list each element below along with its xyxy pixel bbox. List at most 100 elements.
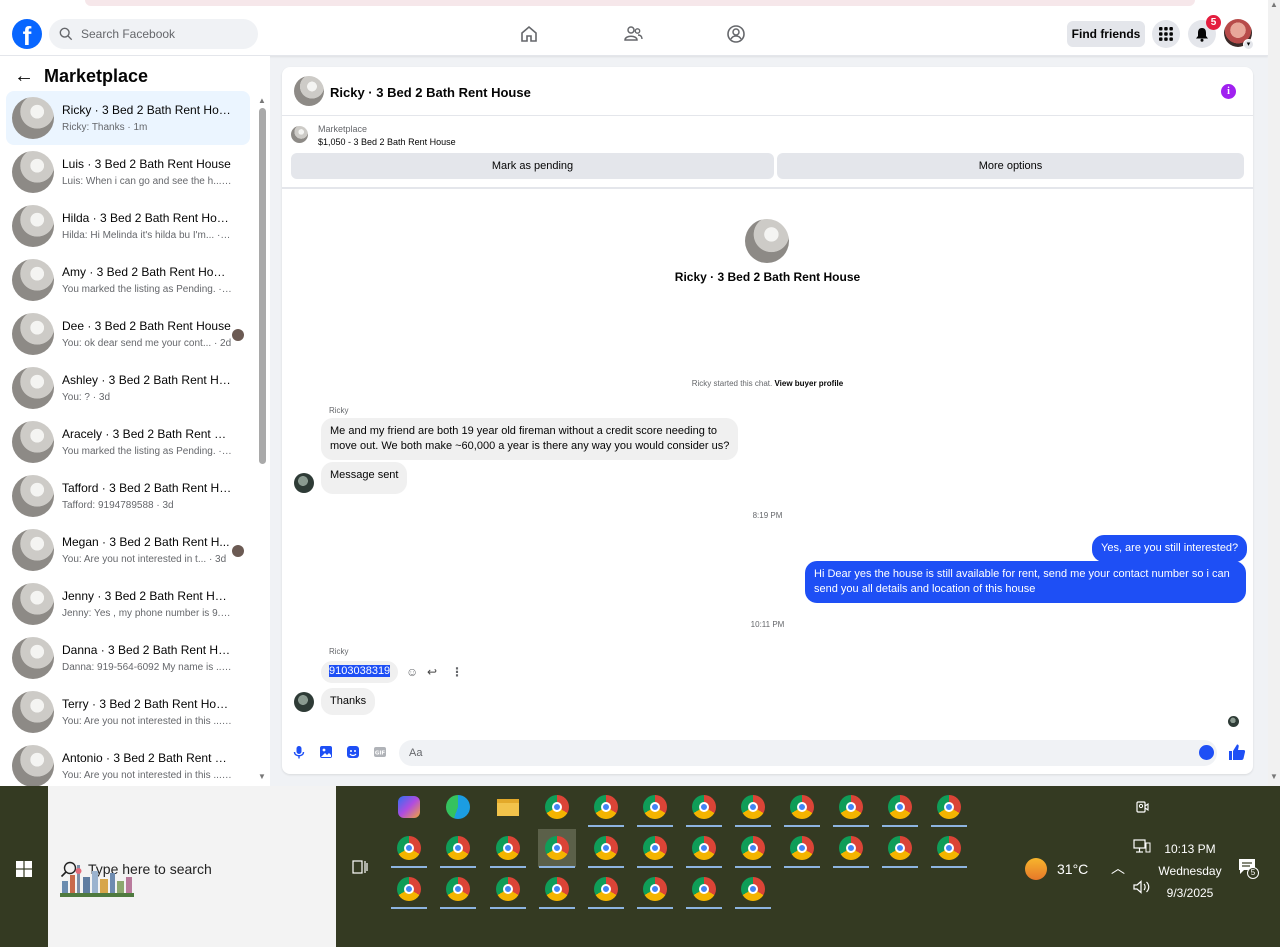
conversation-item[interactable]: Dee · 3 Bed 2 Bath Rent House You: ok dea…	[6, 307, 250, 361]
react-emoji-icon[interactable]: ☺	[406, 665, 418, 679]
chrome-profile-icon[interactable]	[439, 829, 477, 868]
view-buyer-profile-link[interactable]: View buyer profile	[774, 379, 843, 388]
chrome-profile-icon[interactable]	[587, 829, 625, 868]
notification-center-icon[interactable]: 5	[1238, 858, 1259, 879]
find-friends-button[interactable]: Find friends	[1067, 21, 1145, 47]
emoji-icon[interactable]	[1199, 745, 1214, 760]
task-view-icon[interactable]	[352, 859, 368, 875]
chrome-profile-icon[interactable]	[734, 788, 772, 827]
chevron-up-icon[interactable]: ︿	[1111, 858, 1125, 878]
volume-icon[interactable]	[1133, 880, 1151, 894]
conversation-item[interactable]: Tafford · 3 Bed 2 Bath Rent Hou... Taffor…	[6, 469, 250, 523]
reply-icon[interactable]: ↩	[427, 665, 437, 679]
scroll-thumb[interactable]	[259, 108, 266, 464]
chrome-profile-icon[interactable]	[881, 788, 919, 827]
menu-button[interactable]	[1152, 20, 1180, 48]
gif-icon[interactable]: GIF	[373, 745, 387, 759]
chrome-profile-icon[interactable]	[636, 870, 674, 909]
city-skyline-icon[interactable]	[60, 861, 134, 897]
system-clock[interactable]: 10:13 PM Wednesday 9/3/2025	[1150, 838, 1230, 904]
home-icon[interactable]	[519, 24, 539, 44]
conversation-item[interactable]: Jenny · 3 Bed 2 Bath Rent House Jenny: Ye…	[6, 577, 250, 631]
conversation-item[interactable]: Terry · 3 Bed 2 Bath Rent House You: Are …	[6, 685, 250, 739]
sticker-icon[interactable]	[346, 745, 360, 759]
profile-icon[interactable]	[726, 24, 746, 44]
chrome-profile-icon[interactable]	[538, 788, 576, 826]
friends-icon[interactable]	[623, 24, 643, 44]
chrome-profile-icon[interactable]	[783, 788, 821, 827]
chrome-profile-icon[interactable]	[390, 870, 428, 909]
chrome-profile-icon[interactable]	[538, 870, 576, 909]
chrome-profile-icon[interactable]	[489, 829, 527, 868]
conversation-item[interactable]: Danna · 3 Bed 2 Bath Rent House Danna: 91…	[6, 631, 250, 685]
weather-widget[interactable]: 31°C	[1025, 858, 1088, 880]
chevron-down-icon[interactable]: ▾	[1243, 39, 1254, 50]
chrome-profile-icon[interactable]	[832, 788, 870, 827]
conversation-thumbnail	[12, 583, 54, 625]
chrome-profile-icon[interactable]	[734, 870, 772, 909]
scroll-up-icon[interactable]: ▲	[258, 96, 266, 105]
chrome-profile-icon[interactable]	[783, 829, 821, 868]
network-icon[interactable]	[1133, 839, 1151, 853]
copilot-icon[interactable]	[390, 788, 428, 826]
search-input[interactable]: Search Facebook	[49, 19, 258, 49]
message-input[interactable]: Aa	[399, 740, 1217, 766]
conversation-item[interactable]: Hilda · 3 Bed 2 Bath Rent House Hilda: Hi…	[6, 199, 250, 253]
chat-avatar[interactable]	[294, 76, 324, 106]
taskbar-search-input[interactable]: Type here to search	[48, 786, 336, 947]
conversation-item[interactable]: Aracely · 3 Bed 2 Bath Rent Ho... You mar…	[6, 415, 250, 469]
incoming-message[interactable]: Me and my friend are both 19 year old fi…	[321, 418, 739, 460]
chrome-profile-icon[interactable]	[636, 829, 674, 868]
conversation-item[interactable]: Antonio · 3 Bed 2 Bath Rent Ho... You: Ar…	[6, 739, 250, 793]
chrome-profile-icon[interactable]	[390, 829, 428, 868]
conversation-item[interactable]: Amy · 3 Bed 2 Bath Rent House You marked …	[6, 253, 250, 307]
scroll-down-icon[interactable]: ▼	[1270, 772, 1278, 781]
sender-avatar[interactable]	[294, 473, 314, 493]
outgoing-message[interactable]: Hi Dear yes the house is still available…	[805, 561, 1246, 603]
chat-title[interactable]: Ricky · 3 Bed 2 Bath Rent House	[330, 85, 531, 100]
scroll-up-icon[interactable]: ▲	[1270, 0, 1278, 9]
chrome-profile-icon[interactable]	[685, 829, 723, 868]
chrome-profile-icon[interactable]	[489, 870, 527, 909]
facebook-logo[interactable]: f	[12, 19, 42, 49]
chrome-profile-icon[interactable]	[439, 870, 477, 909]
chrome-profile-icon[interactable]	[587, 870, 625, 909]
more-options-button[interactable]: More options	[777, 153, 1244, 179]
chat-header: Ricky · 3 Bed 2 Bath Rent House i	[282, 67, 1253, 116]
incoming-message[interactable]: Thanks	[321, 688, 376, 715]
chrome-profile-icon[interactable]	[930, 829, 968, 868]
chrome-profile-icon[interactable]	[636, 788, 674, 827]
conversation-item[interactable]: Ashley · 3 Bed 2 Bath Rent House You: ? ·…	[6, 361, 250, 415]
chrome-profile-icon[interactable]	[587, 788, 625, 827]
edge-icon[interactable]	[439, 788, 477, 826]
chrome-profile-icon[interactable]	[832, 829, 870, 868]
chrome-profile-icon[interactable]	[685, 788, 723, 827]
chrome-profile-icon[interactable]	[538, 829, 576, 868]
image-icon[interactable]	[319, 745, 333, 759]
meet-now-icon[interactable]	[1135, 800, 1149, 814]
microphone-icon[interactable]	[292, 745, 306, 759]
selected-text[interactable]: 9103038319	[329, 665, 391, 677]
sender-avatar[interactable]	[294, 692, 314, 712]
chrome-profile-icon[interactable]	[685, 870, 723, 909]
incoming-message[interactable]: 9103038319	[321, 661, 399, 683]
more-vertical-icon[interactable]: ⋮	[451, 665, 463, 679]
back-arrow-icon[interactable]: ←	[14, 65, 34, 88]
conversation-item[interactable]: Luis · 3 Bed 2 Bath Rent House Luis: When…	[6, 145, 250, 199]
conversation-item[interactable]: Megan · 3 Bed 2 Bath Rent H... You: Are y…	[6, 523, 250, 577]
info-icon[interactable]: i	[1221, 84, 1236, 99]
page-scrollbar[interactable]: ▲ ▼	[1268, 0, 1280, 786]
sidebar-scrollbar[interactable]: ▲ ▼	[257, 96, 267, 786]
incoming-message[interactable]: Message sent	[321, 462, 408, 494]
outgoing-message[interactable]: Yes, are you still interested?	[1092, 535, 1248, 562]
chrome-profile-icon[interactable]	[881, 829, 919, 868]
thumbs-up-icon[interactable]	[1228, 743, 1246, 761]
buyer-avatar[interactable]	[745, 219, 789, 263]
chrome-profile-icon[interactable]	[734, 829, 772, 868]
conversation-item[interactable]: Ricky · 3 Bed 2 Bath Rent House Ricky: Th…	[6, 91, 250, 145]
chrome-profile-icon[interactable]	[930, 788, 968, 827]
windows-start-icon[interactable]	[16, 861, 32, 877]
file-explorer-icon[interactable]	[489, 788, 527, 826]
scroll-down-icon[interactable]: ▼	[258, 772, 266, 781]
mark-as-pending-button[interactable]: Mark as pending	[291, 153, 774, 179]
